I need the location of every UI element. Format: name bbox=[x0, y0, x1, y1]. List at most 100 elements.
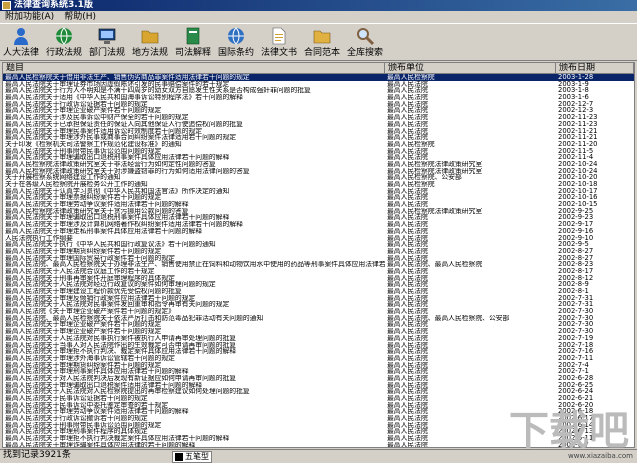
cell-issuer: 最高人民法院、最高人民检察院、公安部 bbox=[387, 314, 510, 322]
table-row[interactable]: 最高人民法院关于审理反倾销行政案件应用法律若干问题的规定 最高人民法院 2002-7… bbox=[3, 295, 634, 302]
table-row[interactable]: 最高人民法院关于审理证券市场因虚假陈述引发的民事赔偿案件的若干规定 最高人民法院 2… bbox=[3, 81, 634, 88]
column-header-title[interactable]: 题目 bbox=[3, 63, 385, 74]
results-table: 题目 颁布单位 颁布日期 最高人民检察院关于借用非法生产、销售伪劣商品罪案件适用… bbox=[2, 62, 635, 448]
table-row[interactable]: 最高人民法院关于执行《中华人民共和国行政复议法》若干问题的通知 最高人民法院 200… bbox=[3, 241, 634, 248]
table-body: 最高人民检察院关于借用非法生产、销售伪劣商品罪案件适用法律若干问题的规定 最高人民… bbox=[3, 74, 634, 447]
cell-title: 最高人民法院《关于审理企业破产案件若干问题的规定》 bbox=[5, 308, 175, 315]
title-bar: 法律查询系统3.1版 bbox=[0, 0, 637, 11]
table-row[interactable]: 最高人民法院关于审理国际贸易行政案件若干问题的规定 最高人民法院 2002-8-27 bbox=[3, 255, 634, 262]
table-row[interactable]: 关于在各级人民检察院开展检务公开工作的通知 最高人民检察院 2002-10-18 bbox=[3, 181, 634, 188]
table-row[interactable]: 最高人民法院关于审理建设工程价款优先受偿权问题的批复 最高人民法院 2002-8-1 bbox=[3, 288, 634, 295]
column-header-date[interactable]: 颁布日期 bbox=[556, 63, 634, 74]
table-row[interactable]: 最高人民法院关于刑事附带民事诉讼范围问题的规定 最高人民法院 2002-11-5 bbox=[3, 148, 634, 155]
cell-issuer: 最高人民法院 bbox=[387, 361, 428, 369]
table-row[interactable]: 最高人民法院、最高人民检察院关于办理非法生产、销售使用禁止在饲料和动物饮用水中使… bbox=[3, 261, 634, 268]
table-row[interactable]: 关于开展检察系统网络建设工作的通知 最高人民检察院、公安部 2002-10-20 bbox=[3, 174, 634, 181]
table-row[interactable]: 最高人民法院关于行政诉讼证据若干问题的规定 最高人民法院 2002-12-7 bbox=[3, 101, 634, 108]
menu-extra[interactable]: 附加功能(A) bbox=[0, 11, 59, 23]
table-row[interactable]: 最高人民法院关于认真学习贯彻《中华人民共和国法官法》所作决定的通知 最高人民法院 2… bbox=[3, 188, 634, 195]
table-row[interactable]: 最高人民法院关于人民法院对经过行政复议的案件如何审理问题的规定 最高人民法院 200… bbox=[3, 281, 634, 288]
table-row[interactable]: 最高人民法院关于审理骗取出口退税案件适用法律若干问题的解释 最高人民法院 2002-… bbox=[3, 382, 634, 389]
table-row[interactable]: 最高人民法院关于审理涉外民事或商事合同纠纷案件法律适用若干问题的规定 最高人民法院… bbox=[3, 134, 634, 141]
toolbar-button-5[interactable]: 国际条约 bbox=[215, 24, 257, 60]
table-row[interactable]: 最高人民法院关于审理劳动争议案件适用法律若干问题的解释 最高人民法院 2002-10… bbox=[3, 201, 634, 208]
cell-issuer: 最高人民法院 bbox=[387, 201, 428, 208]
table-row[interactable]: 最高人民法院关于审理走私刑事案件具体应用法律若干问题的解释 最高人民法院 2002-… bbox=[3, 228, 634, 235]
column-header-issuer[interactable]: 颁布单位 bbox=[385, 63, 556, 74]
ime-indicator[interactable]: 五笔型 bbox=[172, 451, 212, 463]
cell-title: 最高人民法院关于审理骗取出口退税刑事案件具体应用法律若干问题的解释 bbox=[5, 214, 230, 222]
table-row[interactable]: 最高人民法院关于审理骗取出口退税刑事案件具体应用法律若干问题的解释 最高人民法院 2… bbox=[3, 214, 634, 221]
cell-date: 2002-8-27 bbox=[558, 247, 594, 255]
table-row[interactable]: 关于印发《检察机关司法警察工作规范化建设标准》的通知 最高人民检察院 2002-11… bbox=[3, 141, 634, 148]
table-row[interactable]: 最高人民法院关于涉及民事诉讼中财产保全的若干问题的规定 最高人民法院 2002-11… bbox=[3, 114, 634, 121]
cell-title: 最高人民法院关于审理企业破产案件若干问题的规定 bbox=[5, 107, 162, 115]
cell-issuer: 最高人民法院 bbox=[387, 348, 428, 355]
cell-title: 最高人民法院关于对人民法院判决后发现有新证据应如何申请再审问题的批复 bbox=[5, 374, 237, 382]
cell-issuer: 最高人民法院 bbox=[387, 288, 428, 295]
table-row[interactable]: 最高人民法院关于审理骗取出口退税刑事案件具体应用法律若干问题的解释 最高人民法院 2… bbox=[3, 154, 634, 161]
table-row[interactable]: 最高人民法院关于民事诉讼证据若干问题的规定 最高人民法院 2002-6-21 bbox=[3, 395, 634, 402]
table-row[interactable]: 最高人民法院关于人民法院对民事执行案件被执行人申请再审处理问题的批复 最高人民法院… bbox=[3, 335, 634, 342]
toolbar-button-4[interactable]: 司法解释 bbox=[172, 24, 214, 60]
cell-date: 2002-10-24 bbox=[558, 160, 598, 168]
cell-title: 最高人民法院关于审理涉外海事诉讼管辖若干问题的规定 bbox=[5, 354, 175, 362]
toolbar: 人大法律 行政法规 部门法规 地方法规 司法解释 国际条约 法律文书 合同范本 全库搜索 bbox=[0, 23, 637, 61]
table-row[interactable]: 最高人民检察院法律政策研究室关于对涉嫌盗窃罪的行为如何适用法律问题的答复 最高人民… bbox=[3, 168, 634, 175]
cell-issuer: 最高人民法院 bbox=[387, 194, 428, 202]
cell-date: 2002-7-31 bbox=[558, 301, 594, 309]
table-row[interactable]: 最高人民法院关于审理票据纠纷案件若干问题的规定 最高人民法院 2002-10-16 bbox=[3, 194, 634, 201]
table-row[interactable]: 最高人民法院关于行为人不明知是不满十四周岁的幼女双方自愿发生性关系是否构成强奸罪… bbox=[3, 87, 634, 94]
table-row[interactable]: 最高人民法院关于当事人对人民法院作出的生效裁定可否申请再审问题的批复 最高人民法院… bbox=[3, 342, 634, 349]
table-row[interactable]: 最高人民法院关于审理民事案件适用诉讼时效制度若干问题的规定 最高人民法院 2002-… bbox=[3, 128, 634, 135]
folder-icon bbox=[140, 26, 160, 46]
table-row[interactable]: 最高人民检察院关于借用非法生产、销售伪劣商品罪案件适用法律若干问题的规定 最高人民… bbox=[3, 74, 634, 81]
cell-date: 2002-9-10 bbox=[558, 234, 594, 242]
table-row[interactable]: 最高人民法院关于审理企业破产案件若干问题的规定 最高人民法院 2002-7-30 bbox=[3, 321, 634, 328]
table-row[interactable]: 最高人民法院关于对人民法院判决后发现有新证据应如何申请再审问题的批复 最高人民法院… bbox=[3, 375, 634, 382]
cell-date: 2002-10-20 bbox=[558, 174, 598, 181]
table-row[interactable]: 最高人民法院、最高人民检察院关于依法严厉打击和防范毒品犯罪活动有关问题的通知 最高… bbox=[3, 315, 634, 322]
cell-title: 最高人民检察院法律政策研究室关于贪污挪用公款问题的答复 bbox=[5, 207, 189, 215]
toolbar-button-1[interactable]: 行政法规 bbox=[43, 24, 85, 60]
table-row[interactable]: 最高人民法院关于审理企业破产案件若干问题的规定 最高人民法院 2002-7-30 bbox=[3, 328, 634, 335]
table-row[interactable]: 最高人民法院关于刑事再审案件开庭审理程序的具体规定 最高人民法院 2002-8-12 bbox=[3, 275, 634, 282]
table-row[interactable]: 最高人民法院关于人民法院合议庭工作的若干规定 最高人民法院 2002-8-17 bbox=[3, 268, 634, 275]
toolbar-button-0[interactable]: 人大法律 bbox=[0, 24, 42, 60]
cell-title: 最高人民法院关于行政诉讼撤诉若干问题的规定 bbox=[5, 415, 148, 422]
table-row[interactable]: 最高人民法院关于审理拒不执行判决、裁定案件具体应用法律若干问题的解释 最高人民法院… bbox=[3, 348, 634, 355]
cell-issuer: 最高人民法院 bbox=[387, 254, 428, 262]
cell-issuer: 最高人民法院 bbox=[387, 87, 428, 95]
table-row[interactable]: 最高人民检察院法律政策研究室关于贪污挪用公款问题的答复 最高人民检察院法律政策研究… bbox=[3, 208, 634, 215]
cell-date: 2002-8-23 bbox=[558, 261, 594, 268]
table-row[interactable]: 最高人民法院关于适用《中华人民共和国海事诉讼特别程序法》若干问题的解释 最高人民法… bbox=[3, 94, 634, 101]
record-count: 找到记录3921条 bbox=[3, 450, 71, 460]
table-row[interactable]: 最高人民法院关于审理期货纠纷案件若干问题的规定 最高人民法院 2002-8-27 bbox=[3, 248, 634, 255]
cell-date: 2002-8-27 bbox=[558, 254, 594, 262]
table-row[interactable]: 最高人民法院关于审理刑事案件具体应用法律若干问题的解释 最高人民法院 2002-7-… bbox=[3, 368, 634, 375]
cell-issuer: 最高人民检察院 bbox=[387, 181, 435, 188]
cell-title: 最高人民法院关于审理拒不执行判决、裁定案件具体应用法律若干问题的解释 bbox=[5, 348, 237, 355]
toolbar-button-7[interactable]: 合同范本 bbox=[301, 24, 343, 60]
table-row[interactable]: 最高人民法院关于审理涉及计算机网络著作权纠纷案件适用法律若干问题的解释 最高人民法… bbox=[3, 221, 634, 228]
table-row[interactable]: 最高人民检察院法律政策研究室关于非法经营行为如何定性问题的答复 最高人民检察院法律… bbox=[3, 161, 634, 168]
toolbar-button-3[interactable]: 地方法规 bbox=[129, 24, 171, 60]
table-row[interactable]: 人民法院执行工作纲要 最高人民法院 2002-9-10 bbox=[3, 235, 634, 242]
cell-date: 2003-1-6 bbox=[558, 94, 589, 101]
cell-issuer: 最高人民法院 bbox=[387, 234, 428, 242]
toolbar-button-8[interactable]: 全库搜索 bbox=[344, 24, 386, 60]
table-row[interactable]: 最高人民法院《关于审理企业破产案件若干问题的规定》 最高人民法院 2002-7-30 bbox=[3, 308, 634, 315]
toolbar-button-6[interactable]: 法律文书 bbox=[258, 24, 300, 60]
person-icon bbox=[11, 26, 31, 46]
cell-date: 2002-8-9 bbox=[558, 281, 589, 288]
cell-issuer: 最高人民法院 bbox=[387, 107, 428, 115]
menu-help[interactable]: 帮助(H) bbox=[59, 11, 101, 23]
table-row[interactable]: 最高人民法院关于审理企业破产案件若干问题的规定 最高人民法院 2002-12-3 bbox=[3, 107, 634, 114]
table-row[interactable]: 最高人民法院关于审理涉外海事诉讼管辖若干问题的规定 最高人民法院 2002-7-11 bbox=[3, 355, 634, 362]
table-row[interactable]: 最高人民法院关于审理期货纠纷案件若干问题的规定 最高人民法院 2002-7-4 bbox=[3, 362, 634, 369]
table-row[interactable]: 最高人民法院关于已承担保证责任的保证人向其他保证人行使追偿权问题的批复 最高人民法… bbox=[3, 121, 634, 128]
toolbar-button-2[interactable]: 部门法规 bbox=[86, 24, 128, 60]
table-row[interactable]: 最高人民法院关于人民法院对人民检察院提出的再审检察建议如何处理问题的批复 最高人民… bbox=[3, 388, 634, 395]
table-row[interactable]: 最高人民法院关于人民法院对民事案件发回重审和指令再审有关问题的规定 最高人民法院 2… bbox=[3, 301, 634, 308]
cell-title: 最高人民法院关于人民法院对人民检察院提出的再审检察建议如何处理问题的批复 bbox=[5, 388, 250, 395]
